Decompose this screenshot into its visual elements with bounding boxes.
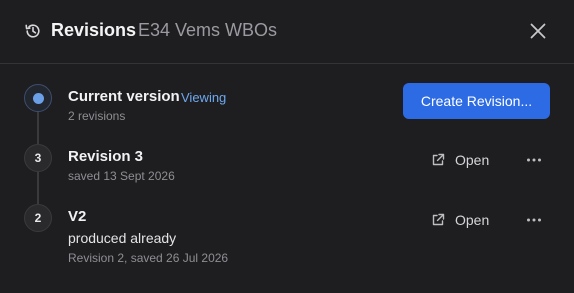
dialog-title: Revisions — [51, 20, 137, 40]
revision-saved-date: saved 13 Sept 2026 — [68, 169, 175, 183]
timeline-connector — [37, 112, 39, 144]
history-icon — [25, 24, 40, 38]
revision-number-badge: 2 — [24, 204, 52, 232]
revisions-dialog: Revisions E34 Vems WBOs Current version … — [0, 0, 574, 293]
close-icon — [530, 23, 546, 39]
open-revision-button[interactable]: Open — [431, 149, 489, 171]
external-link-icon — [432, 213, 445, 226]
open-label: Open — [455, 152, 490, 168]
revision-saved-date: Revision 2, saved 26 Jul 2026 — [68, 251, 229, 265]
revision-title: V2 — [68, 208, 87, 225]
revision-title: Revision 3 — [68, 148, 144, 165]
close-button[interactable] — [524, 17, 552, 45]
revision-number-badge: 3 — [24, 144, 52, 172]
timeline-connector — [37, 172, 39, 204]
more-horizontal-icon — [527, 218, 541, 222]
current-dot — [32, 92, 44, 104]
current-version-title: Current version — [68, 88, 180, 105]
open-label: Open — [455, 212, 490, 228]
more-options-button[interactable] — [522, 209, 546, 231]
current-version-marker — [24, 84, 52, 112]
external-link-icon — [432, 153, 445, 166]
create-revision-button[interactable]: Create Revision... — [403, 83, 550, 119]
dialog-header: Revisions E34 Vems WBOs — [0, 0, 574, 64]
revision-note: produced already — [68, 230, 177, 246]
revision-count: 2 revisions — [68, 109, 126, 123]
more-horizontal-icon — [527, 158, 541, 162]
open-revision-button[interactable]: Open — [431, 209, 489, 231]
viewing-badge: Viewing — [181, 90, 227, 105]
more-options-button[interactable] — [522, 149, 546, 171]
document-name: E34 Vems WBOs — [138, 20, 278, 40]
